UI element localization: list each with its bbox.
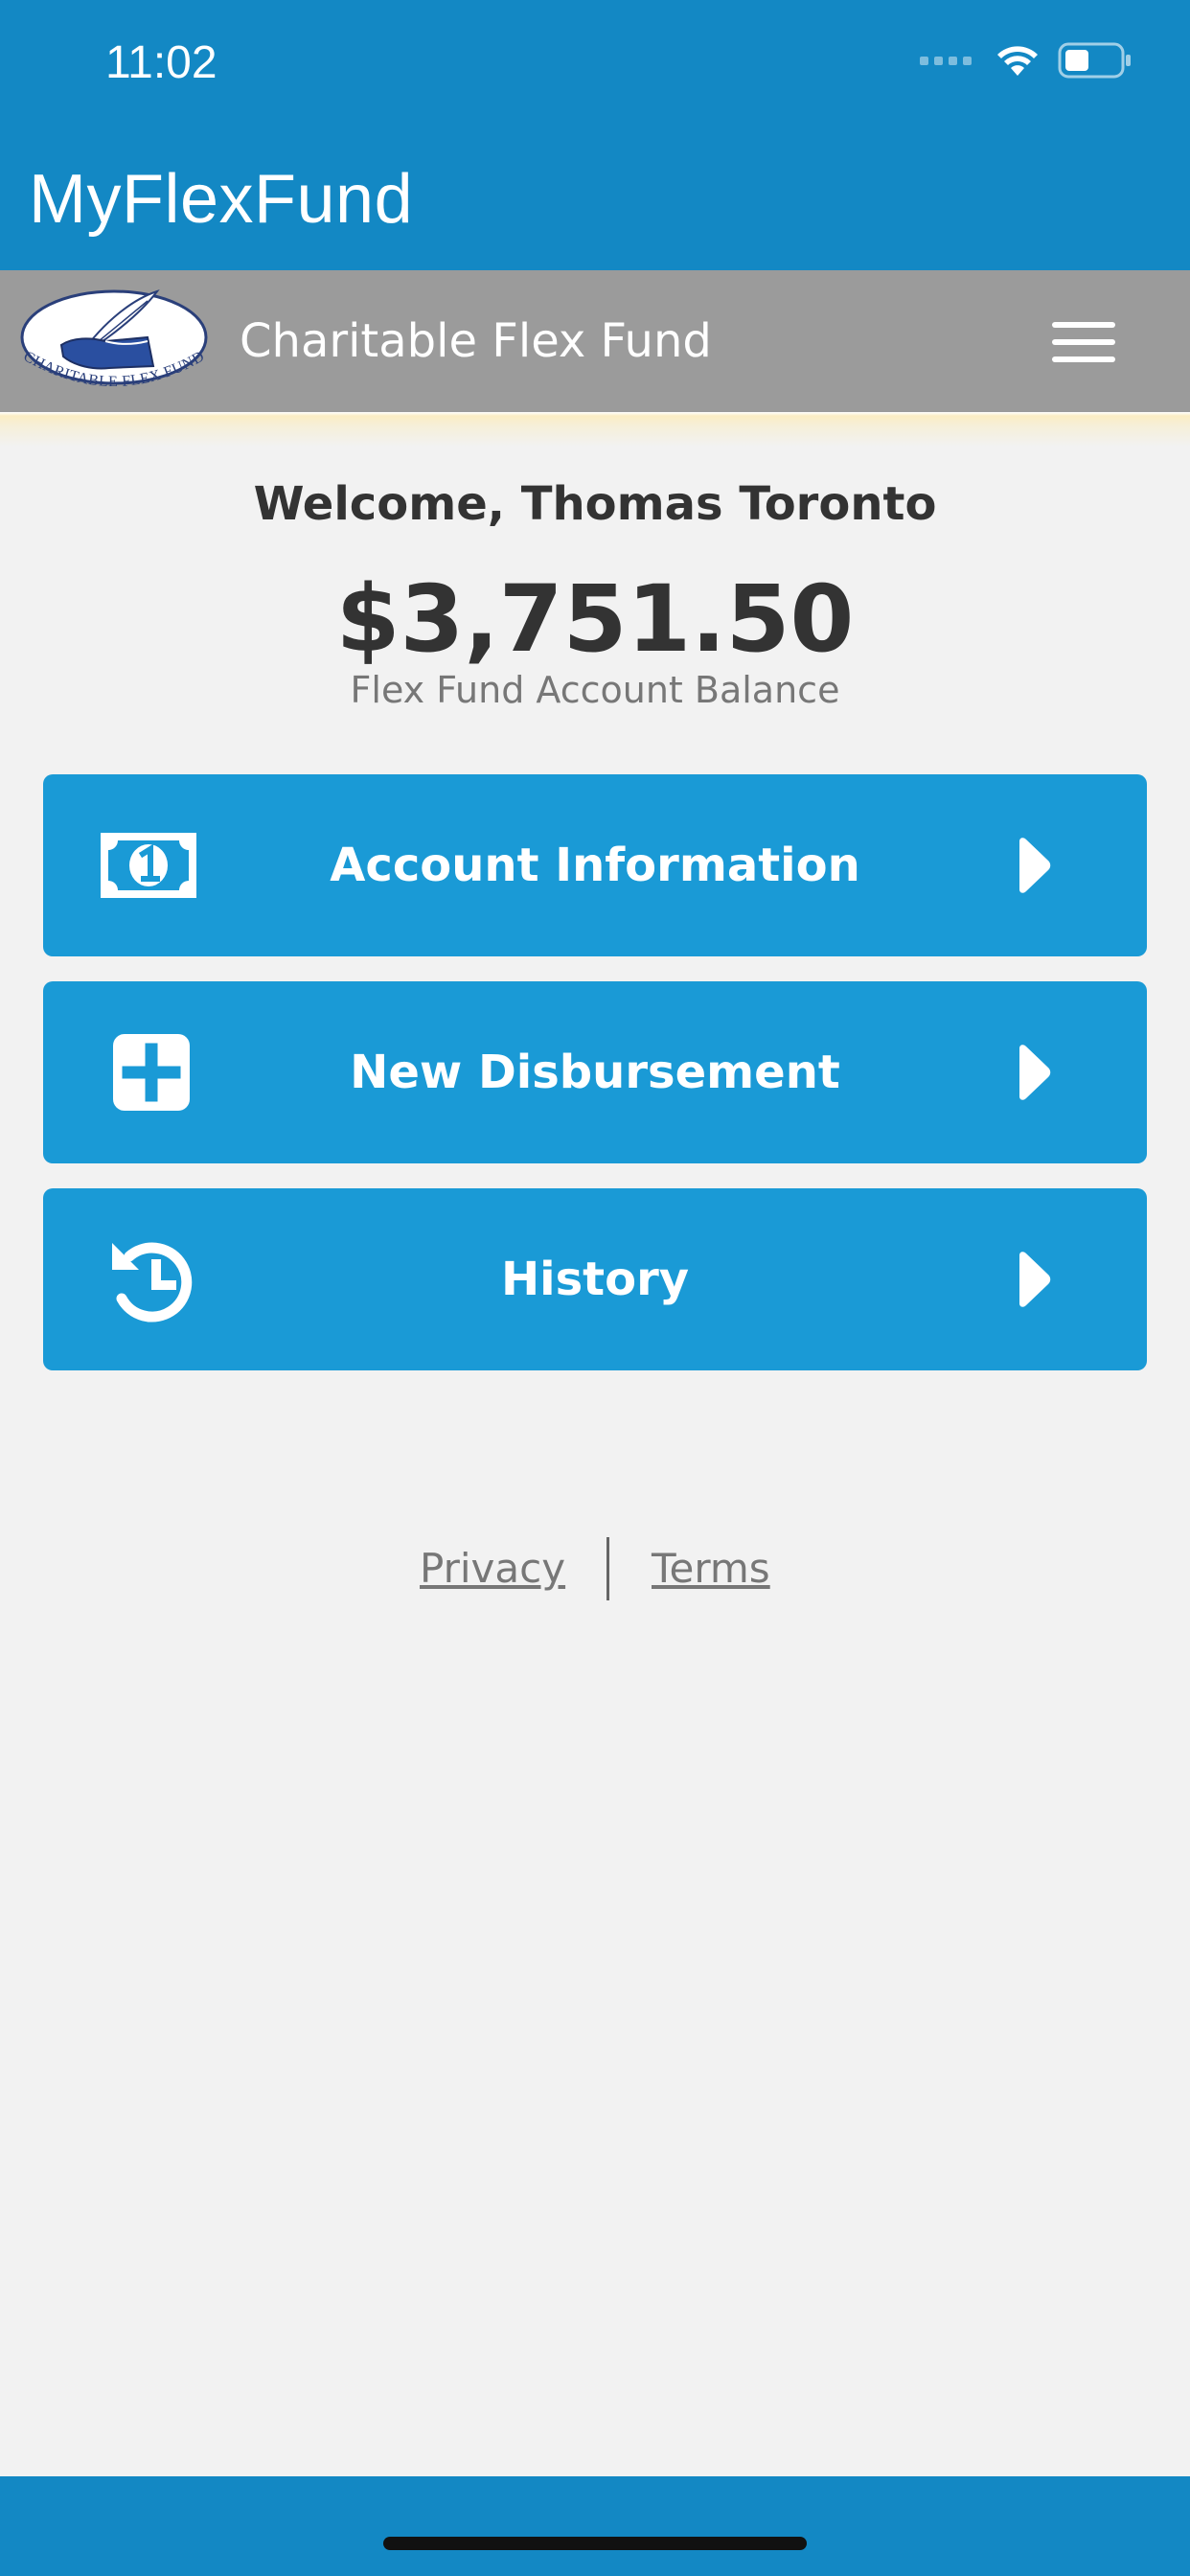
chevron-right-icon — [1019, 1252, 1051, 1307]
new-disbursement-button[interactable]: New Disbursement — [43, 981, 1147, 1163]
hamburger-menu-button[interactable] — [1046, 312, 1127, 370]
cellular-signal-icon — [920, 56, 972, 65]
privacy-link[interactable]: Privacy — [420, 1535, 565, 1602]
history-label: History — [500, 1253, 690, 1306]
footer-links: Privacy Terms — [0, 1535, 1190, 1602]
chevron-right-icon — [1019, 1045, 1051, 1100]
history-button[interactable]: History — [43, 1188, 1147, 1370]
terms-link[interactable]: Terms — [652, 1535, 770, 1602]
charitable-flex-fund-logo: CHARITABLE FLEX FUND — [20, 289, 208, 390]
balance-label: Flex Fund Account Balance — [350, 669, 840, 711]
status-icons — [920, 42, 1133, 79]
hamburger-menu-icon — [1052, 322, 1115, 328]
home-indicator[interactable] — [383, 2537, 807, 2550]
brand-name: Charitable Flex Fund — [240, 314, 712, 368]
bottom-bar — [0, 2476, 1190, 2576]
welcome-message: Welcome, Thomas Toronto — [253, 477, 937, 531]
account-information-label: Account Information — [330, 839, 860, 892]
link-divider — [606, 1537, 609, 1600]
battery-icon — [1058, 42, 1131, 79]
app-title: MyFlexFund — [29, 161, 414, 238]
account-information-button[interactable]: Account Information — [43, 774, 1147, 956]
brand-bar-shadow — [0, 412, 1190, 447]
account-balance: $3,751.50 — [335, 565, 855, 673]
chevron-right-icon — [1019, 838, 1051, 893]
new-disbursement-label: New Disbursement — [350, 1046, 840, 1099]
status-time: 11:02 — [105, 37, 217, 88]
wifi-icon — [997, 46, 1038, 76]
